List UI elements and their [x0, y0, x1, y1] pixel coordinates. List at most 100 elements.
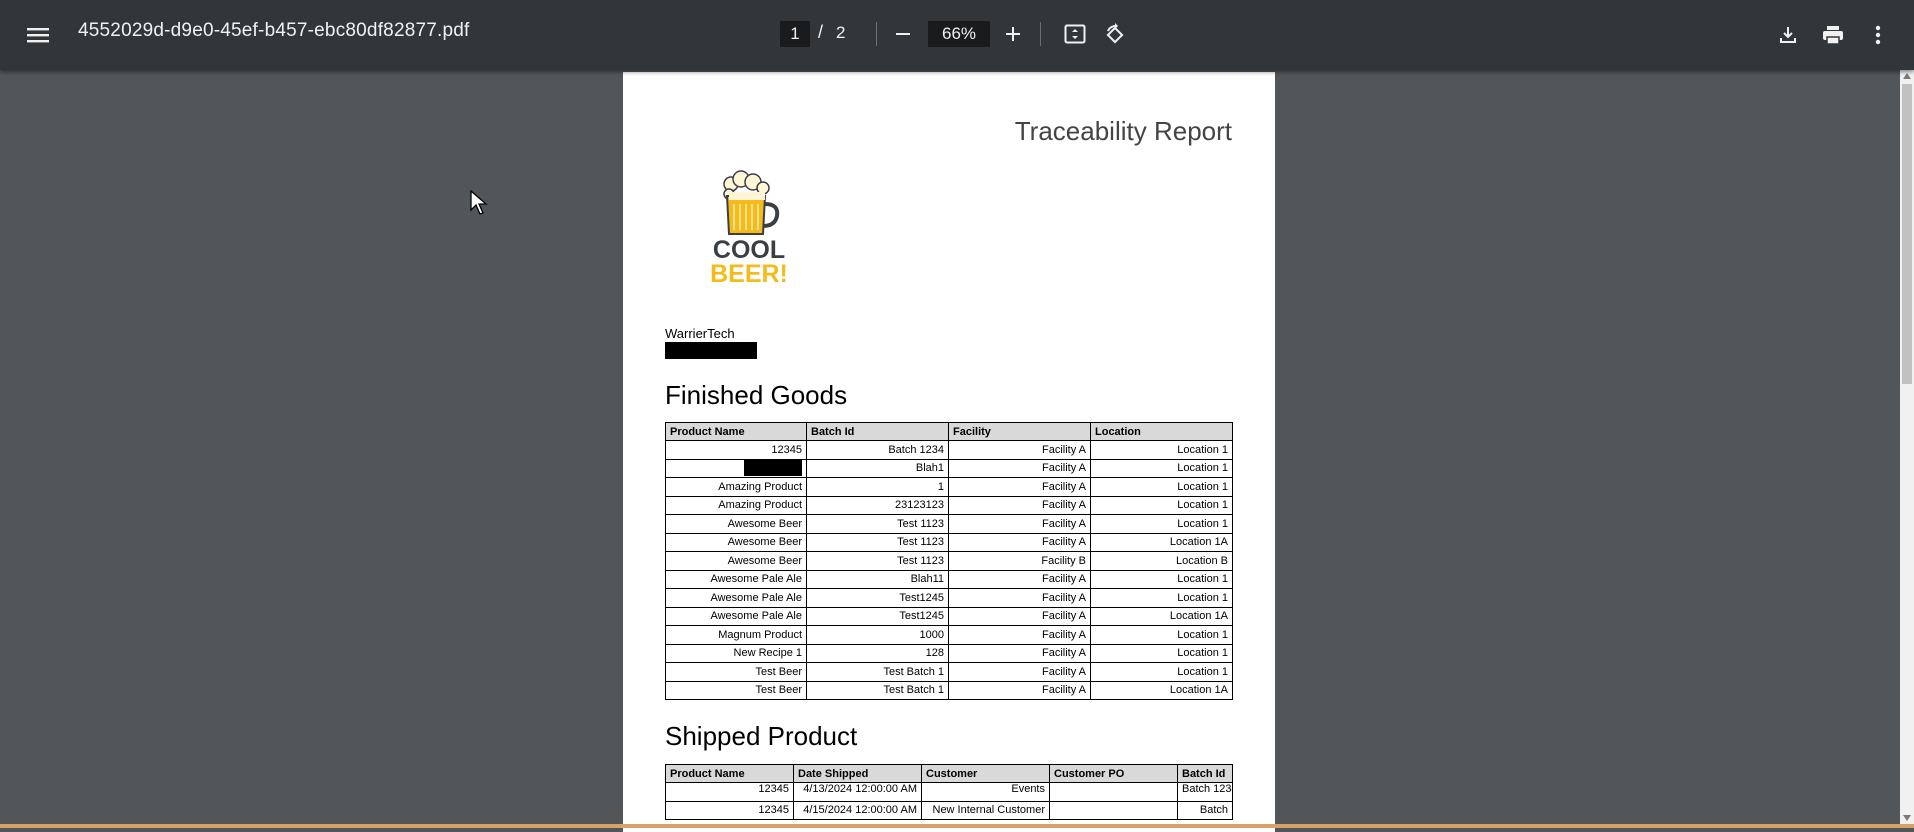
- table-row: 12345 4/15/2024 12:00:00 AM New Internal C…: [665, 800, 1233, 820]
- download-icon[interactable]: [1770, 17, 1806, 53]
- table-row: New Recipe 1 128 Facility A Location 1: [665, 643, 1233, 663]
- column-header: Product Name: [665, 764, 794, 783]
- column-header: Batch Id: [806, 422, 949, 441]
- table-cell: Location 1: [1090, 625, 1233, 645]
- table-cell: Facility A: [948, 458, 1091, 478]
- table-cell: Location 1: [1090, 569, 1233, 589]
- table-row: Awesome Beer Test 1123 Facility A Location …: [665, 514, 1233, 534]
- table-cell: Facility A: [948, 495, 1091, 515]
- table-cell: Facility A: [948, 588, 1091, 608]
- column-header: Product Name: [665, 422, 807, 441]
- page-number-input[interactable]: [780, 21, 810, 47]
- table-cell: 12345: [665, 800, 794, 820]
- table-cell: Awesome Pale Ale: [665, 569, 807, 589]
- toolbar-divider: [1040, 22, 1041, 46]
- table-cell: Test Beer: [665, 680, 807, 700]
- column-header: Customer: [921, 764, 1050, 783]
- table-cell: Location 1A: [1090, 606, 1233, 626]
- table-cell: Location 1: [1090, 643, 1233, 663]
- table-cell: New Recipe 1: [665, 643, 807, 663]
- column-header: Date Shipped: [793, 764, 922, 783]
- table-row: Amazing Product 23123123 Facility A Locatio…: [665, 495, 1233, 515]
- table-cell: Facility A: [948, 606, 1091, 626]
- logo-text-line2: BEER!: [710, 260, 788, 284]
- table-row: Blah1 Facility A Location 1: [665, 458, 1233, 478]
- table-row: Awesome Pale Ale Test1245 Facility A Locati…: [665, 606, 1233, 626]
- table-cell: Location 1: [1090, 440, 1233, 460]
- table-cell: Facility A: [948, 662, 1091, 682]
- table-cell: Awesome Pale Ale: [665, 588, 807, 608]
- pdf-page: Traceability Report COOL BEER! WarrierTe…: [623, 72, 1275, 832]
- table-cell: Blah1: [806, 458, 949, 478]
- vertical-scrollbar[interactable]: [1900, 70, 1914, 824]
- table-cell: [1049, 800, 1178, 820]
- more-icon[interactable]: [1860, 17, 1896, 53]
- column-header: Customer PO: [1049, 764, 1178, 783]
- company-name: WarrierTech: [665, 326, 735, 341]
- table-cell: Location B: [1090, 551, 1233, 571]
- toolbar-divider: [876, 22, 877, 46]
- table-cell: Test 1123: [806, 551, 949, 571]
- table-cell: Events: [921, 782, 1050, 802]
- table-cell: Location 1: [1090, 588, 1233, 608]
- table-row: 12345 Batch 1234 Facility A Location 1: [665, 440, 1233, 460]
- print-icon[interactable]: [1815, 17, 1851, 53]
- table-cell: Location 1: [1090, 662, 1233, 682]
- fit-page-icon[interactable]: [1058, 17, 1092, 51]
- table-row: 12345 4/13/2024 12:00:00 AM Events Batch 12…: [665, 782, 1233, 802]
- table-cell: 4/15/2024 12:00:00 AM: [793, 800, 922, 820]
- table-row: Awesome Beer Test 1123 Facility B Location …: [665, 551, 1233, 571]
- table-cell: Test 1123: [806, 532, 949, 552]
- table-cell: Test1245: [806, 588, 949, 608]
- finished-goods-heading: Finished Goods: [665, 380, 848, 410]
- table-row: Test Beer Test Batch 1 Facility A Location …: [665, 680, 1233, 700]
- table-row: Awesome Beer Test 1123 Facility A Location …: [665, 532, 1233, 552]
- zoom-level-input[interactable]: [928, 21, 990, 47]
- file-name: 4552029d-d9e0-45ef-b457-ebc80df82877.pdf: [78, 20, 470, 41]
- table-cell: Facility A: [948, 440, 1091, 460]
- table-header-row: Product Name Batch Id Facility Location: [665, 422, 1233, 441]
- table-cell: Facility B: [948, 551, 1091, 571]
- finished-goods-table: Product Name Batch Id Facility Location …: [665, 422, 1233, 700]
- table-cell: Facility A: [948, 514, 1091, 534]
- redaction-box: [744, 460, 802, 477]
- scrollbar-thumb[interactable]: [1902, 84, 1912, 384]
- table-cell: 23123123: [806, 495, 949, 515]
- table-cell: Amazing Product: [665, 495, 807, 515]
- menu-icon[interactable]: [20, 17, 56, 53]
- mouse-cursor-icon: [470, 190, 488, 215]
- table-cell: Test Batch 1: [806, 680, 949, 700]
- table-cell: 1: [806, 477, 949, 497]
- table-cell: Amazing Product: [665, 477, 807, 497]
- shipped-product-heading: Shipped Product: [665, 721, 858, 751]
- column-header: Facility: [948, 422, 1091, 441]
- table-cell: Awesome Pale Ale: [665, 606, 807, 626]
- scroll-up-arrow-icon[interactable]: [1903, 73, 1911, 79]
- table-cell: 12345: [665, 782, 794, 802]
- rotate-icon[interactable]: [1098, 17, 1132, 51]
- table-cell: 1000: [806, 625, 949, 645]
- table-cell: Batch 1234: [1177, 782, 1233, 802]
- total-pages: 2: [836, 23, 846, 42]
- table-cell: Facility A: [948, 477, 1091, 497]
- table-row: Awesome Pale Ale Blah11 Facility A Location…: [665, 569, 1233, 589]
- table-cell: Facility A: [948, 680, 1091, 700]
- shipped-product-table: Product Name Date Shipped Customer Custo…: [665, 764, 1233, 820]
- table-cell: Facility A: [948, 532, 1091, 552]
- table-cell: Location 1A: [1090, 680, 1233, 700]
- table-cell: Blah11: [806, 569, 949, 589]
- table-cell: Test1245: [806, 606, 949, 626]
- table-cell: Location 1: [1090, 514, 1233, 534]
- scroll-down-arrow-icon[interactable]: [1903, 815, 1911, 821]
- pdf-toolbar: 4552029d-d9e0-45ef-b457-ebc80df82877.pdf…: [0, 0, 1914, 70]
- table-cell: Facility A: [948, 643, 1091, 663]
- table-cell: Batch 1234: [806, 440, 949, 460]
- zoom-out-icon[interactable]: [886, 17, 920, 51]
- table-cell: 4/13/2024 12:00:00 AM: [793, 782, 922, 802]
- table-cell: Awesome Beer: [665, 532, 807, 552]
- report-title: Traceability Report: [1014, 116, 1232, 146]
- table-cell: Test Beer: [665, 662, 807, 682]
- table-cell: Location 1: [1090, 495, 1233, 515]
- zoom-in-icon[interactable]: [996, 17, 1030, 51]
- table-header-row: Product Name Date Shipped Customer Custo…: [665, 764, 1233, 783]
